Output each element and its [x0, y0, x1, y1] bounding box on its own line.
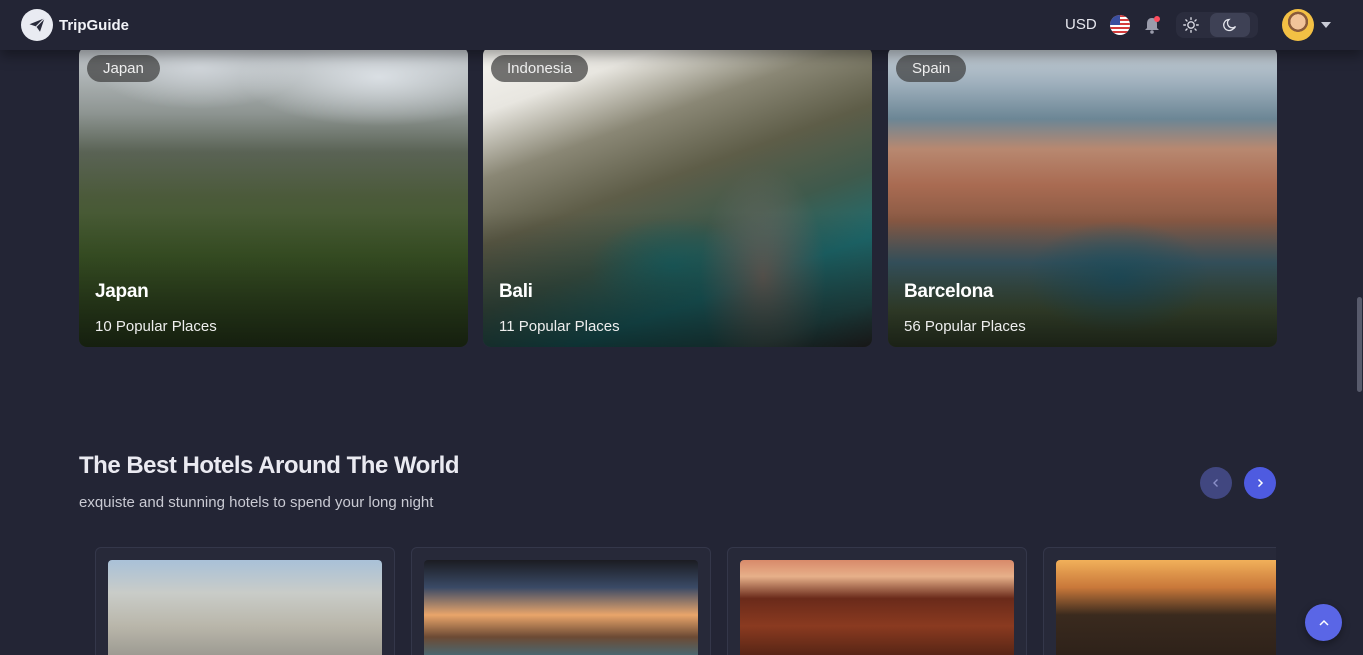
chevron-right-icon [1257, 478, 1264, 488]
country-badge: Japan [87, 55, 160, 82]
popular-places-count: 56 Popular Places [904, 318, 1026, 335]
destination-name: Bali [499, 281, 533, 302]
hotel-carousel [95, 547, 1276, 655]
hotel-card[interactable] [1043, 547, 1276, 655]
theme-toggle[interactable] [1176, 12, 1258, 38]
section-title: The Best Hotels Around The World [79, 452, 460, 479]
section-subtitle: exquiste and stunning hotels to spend yo… [79, 494, 434, 511]
notification-bell-icon[interactable] [1143, 15, 1161, 35]
top-navbar: TripGuide USD [0, 0, 1363, 50]
brand-logo[interactable]: TripGuide [21, 9, 129, 41]
carousel-prev-button[interactable] [1200, 467, 1232, 499]
popular-places-count: 10 Popular Places [95, 318, 217, 335]
moon-icon[interactable] [1210, 13, 1250, 37]
destination-card-japan[interactable]: Japan Japan 10 Popular Places [79, 47, 468, 347]
destination-name: Japan [95, 281, 149, 302]
hotel-card[interactable] [411, 547, 711, 655]
scroll-to-top-button[interactable] [1305, 604, 1342, 641]
chevron-down-icon[interactable] [1321, 22, 1331, 28]
destination-name: Barcelona [904, 281, 994, 302]
us-flag-icon[interactable] [1110, 15, 1130, 35]
country-badge: Spain [896, 55, 967, 82]
destination-card-barcelona[interactable]: Spain Barcelona 56 Popular Places [888, 47, 1277, 347]
hotel-card[interactable] [727, 547, 1027, 655]
currency-selector[interactable]: USD [1065, 16, 1097, 33]
carousel-next-button[interactable] [1244, 467, 1276, 499]
hotel-photo [740, 560, 1014, 655]
brand-name: TripGuide [59, 16, 130, 34]
user-avatar[interactable] [1282, 9, 1314, 41]
hotel-card[interactable] [95, 547, 395, 655]
destination-card-bali[interactable]: Indonesia Bali 11 Popular Places [483, 47, 872, 347]
sun-icon[interactable] [1180, 14, 1202, 36]
country-badge: Indonesia [491, 55, 589, 82]
chevron-left-icon [1213, 479, 1218, 487]
hotel-photo [108, 560, 382, 655]
page-scrollbar[interactable] [1357, 297, 1362, 392]
chevron-up-icon [1318, 619, 1329, 626]
hotel-photo [424, 560, 698, 655]
popular-places-count: 11 Popular Places [499, 318, 620, 335]
paper-plane-icon [21, 9, 53, 41]
hotel-photo [1056, 560, 1276, 655]
